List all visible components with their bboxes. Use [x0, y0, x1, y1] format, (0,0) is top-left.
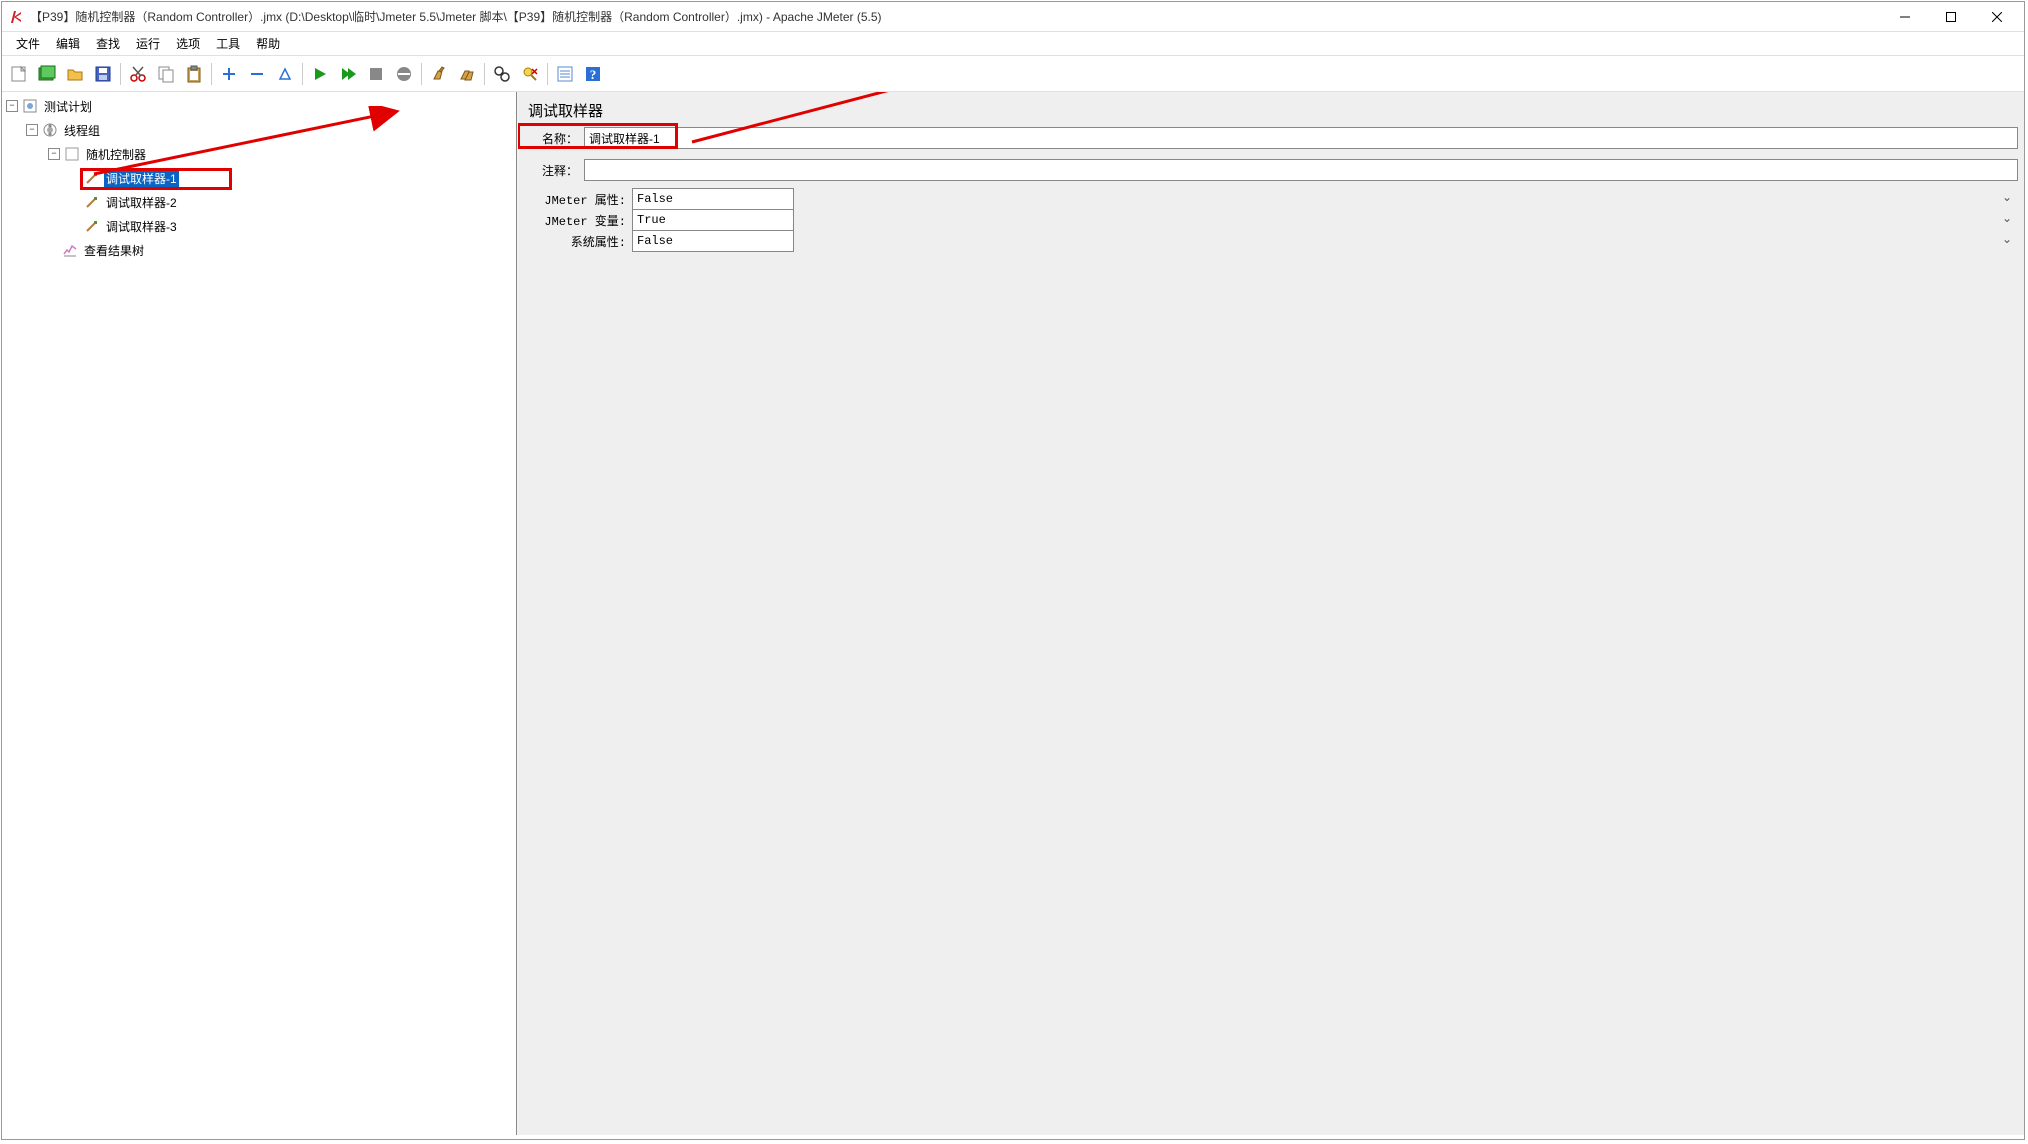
panel-heading: 调试取样器 [518, 92, 2024, 127]
tree-node-view-results[interactable]: 查看结果树 [2, 238, 516, 262]
paste-icon[interactable] [181, 61, 207, 87]
sampler-icon [84, 218, 100, 234]
svg-text:?: ? [590, 67, 597, 82]
function-helper-icon[interactable] [552, 61, 578, 87]
thread-group-icon [42, 122, 58, 138]
system-props-label: 系统属性: [524, 233, 632, 250]
name-input[interactable] [584, 127, 2018, 149]
tree-label-view-results: 查看结果树 [82, 241, 146, 260]
clear-icon[interactable] [426, 61, 452, 87]
stop-icon[interactable] [363, 61, 389, 87]
start-icon[interactable] [307, 61, 333, 87]
menu-run[interactable]: 运行 [128, 33, 168, 54]
app-icon [8, 9, 24, 25]
maximize-button[interactable] [1928, 2, 1974, 32]
tree-node-random-controller[interactable]: − 随机控制器 [2, 142, 516, 166]
menu-file[interactable]: 文件 [8, 33, 48, 54]
menu-options[interactable]: 选项 [168, 33, 208, 54]
window-title: 【P39】随机控制器（Random Controller）.jmx (D:\De… [30, 8, 1882, 25]
save-icon[interactable] [90, 61, 116, 87]
comment-input[interactable] [584, 159, 2018, 181]
expand-icon[interactable] [216, 61, 242, 87]
close-button[interactable] [1974, 2, 2020, 32]
start-no-pause-icon[interactable] [335, 61, 361, 87]
menu-tools[interactable]: 工具 [208, 33, 248, 54]
titlebar: 【P39】随机控制器（Random Controller）.jmx (D:\De… [2, 2, 2024, 32]
tree-label-random-controller: 随机控制器 [84, 145, 148, 164]
cut-icon[interactable] [125, 61, 151, 87]
tree-node-sampler-2[interactable]: 调试取样器-2 [2, 190, 516, 214]
name-label: 名称： [524, 130, 584, 147]
search-icon[interactable] [489, 61, 515, 87]
controller-icon [64, 146, 80, 162]
comment-label: 注释： [524, 162, 584, 179]
menu-edit[interactable]: 编辑 [48, 33, 88, 54]
copy-icon[interactable] [153, 61, 179, 87]
collapse-toggle-icon[interactable]: − [6, 100, 18, 112]
details-pane: 调试取样器 名称： 注释： JMeter 属性: JMeter 变量: [517, 92, 2024, 1135]
menu-help[interactable]: 帮助 [248, 33, 288, 54]
tree-node-thread-group[interactable]: − 线程组 [2, 118, 516, 142]
collapse-toggle-icon[interactable]: − [48, 148, 60, 160]
shutdown-icon[interactable] [391, 61, 417, 87]
minimize-button[interactable] [1882, 2, 1928, 32]
jmeter-props-label: JMeter 属性: [524, 191, 632, 208]
clear-all-icon[interactable] [454, 61, 480, 87]
jmeter-props-select[interactable] [632, 188, 794, 210]
collapse-toggle-icon[interactable]: − [26, 124, 38, 136]
help-icon[interactable]: ? [580, 61, 606, 87]
collapse-icon[interactable] [244, 61, 270, 87]
jmeter-vars-label: JMeter 变量: [524, 212, 632, 229]
tree-label-test-plan: 测试计划 [42, 97, 94, 116]
toggle-icon[interactable] [272, 61, 298, 87]
tree-label-sampler-2: 调试取样器-2 [104, 193, 179, 212]
toolbar: ? [2, 56, 2024, 92]
tree-node-test-plan[interactable]: − 测试计划 [2, 94, 516, 118]
tree-label-sampler-3: 调试取样器-3 [104, 217, 179, 236]
templates-icon[interactable] [34, 61, 60, 87]
tree-label-sampler-1: 调试取样器-1 [104, 169, 179, 188]
tree-pane[interactable]: − 测试计划 − 线程组 − 随机控制器 调试取样器-1 [2, 92, 517, 1135]
new-icon[interactable] [6, 61, 32, 87]
open-icon[interactable] [62, 61, 88, 87]
jmeter-vars-select[interactable] [632, 209, 794, 231]
statusbar [2, 1135, 2024, 1139]
menu-search[interactable]: 查找 [88, 33, 128, 54]
test-plan-icon [22, 98, 38, 114]
results-tree-icon [62, 242, 78, 258]
tree-node-sampler-1[interactable]: 调试取样器-1 [2, 166, 516, 190]
tree-node-sampler-3[interactable]: 调试取样器-3 [2, 214, 516, 238]
reset-search-icon[interactable] [517, 61, 543, 87]
tree-label-thread-group: 线程组 [62, 121, 102, 140]
menubar: 文件 编辑 查找 运行 选项 工具 帮助 [2, 32, 2024, 56]
sampler-icon [84, 194, 100, 210]
sampler-icon [84, 170, 100, 186]
system-props-select[interactable] [632, 230, 794, 252]
